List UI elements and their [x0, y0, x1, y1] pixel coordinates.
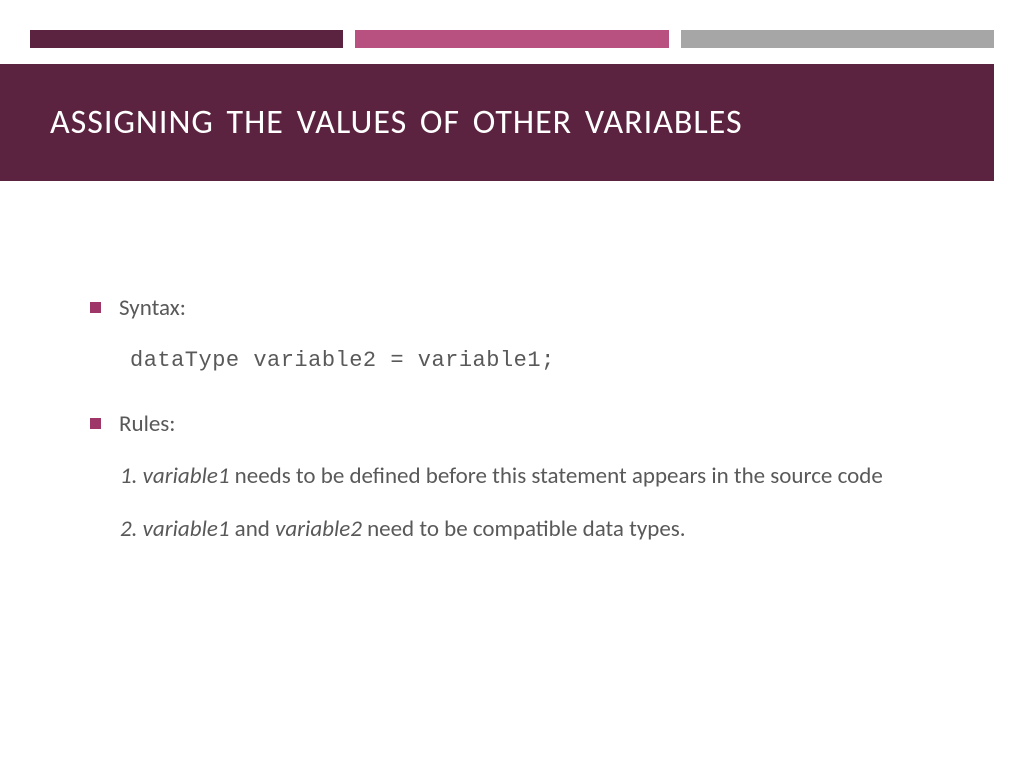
bullet-icon — [90, 418, 101, 429]
stripe-dark — [30, 30, 343, 48]
rules-bullet: Rules: — [90, 407, 934, 442]
rule-2-number: 2. — [120, 515, 143, 543]
rule-2-mid: and — [229, 515, 275, 543]
rule-1-variable: variable1 — [143, 462, 230, 490]
title-banner: ASSIGNING THE VALUES OF OTHER VARIABLES — [0, 64, 994, 181]
stripe-pink — [355, 30, 668, 48]
stripe-grey — [681, 30, 994, 48]
rule-2: 2. variable1 and variable2 need to be co… — [120, 512, 934, 547]
slide-title: ASSIGNING THE VALUES OF OTHER VARIABLES — [50, 102, 964, 143]
slide-content: Syntax: dataType variable2 = variable1; … — [0, 181, 1024, 546]
rule-1-text: needs to be defined before this statemen… — [229, 462, 882, 490]
rule-2-variable-1: variable1 — [143, 515, 230, 543]
bullet-icon — [90, 302, 101, 313]
rule-2-variable-2: variable2 — [275, 515, 362, 543]
syntax-bullet: Syntax: — [90, 291, 934, 326]
rule-1: 1. variable1 needs to be defined before … — [120, 459, 934, 494]
rules-list: 1. variable1 needs to be defined before … — [120, 459, 934, 546]
rules-label: Rules: — [119, 407, 175, 442]
rule-2-text: need to be compatible data types. — [362, 515, 686, 543]
syntax-label: Syntax: — [119, 291, 186, 326]
syntax-code: dataType variable2 = variable1; — [130, 344, 934, 377]
top-accent-stripes — [0, 0, 1024, 48]
rule-1-number: 1. — [120, 462, 143, 490]
